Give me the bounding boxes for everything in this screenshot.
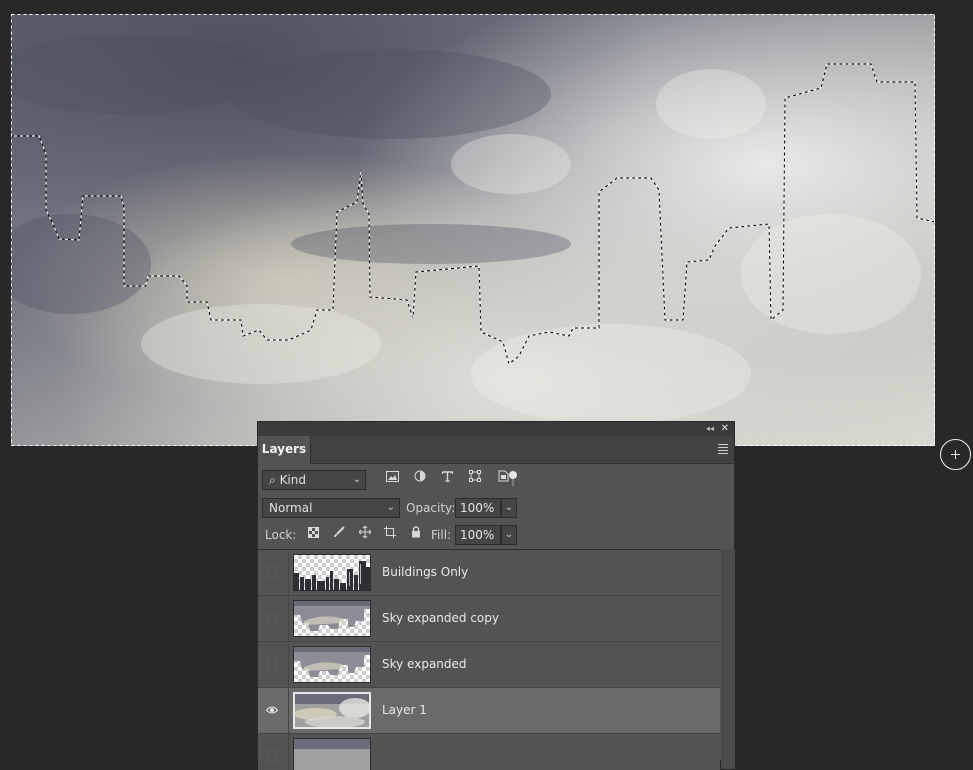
- lock-label: Lock:: [265, 528, 297, 542]
- opacity-input[interactable]: 100%: [455, 498, 501, 518]
- opacity-dropdown-arrow[interactable]: ⌄: [501, 498, 517, 518]
- blend-options-bar: Normal ⌄ Opacity: 100% ⌄: [258, 497, 734, 521]
- layer-list[interactable]: Buildings Only Sky expanded copy Sky exp…: [258, 549, 720, 770]
- layer-thumbnail: [293, 738, 371, 770]
- filter-kind-dropdown[interactable]: ⌕ Kind ⌄: [262, 470, 366, 490]
- document-canvas[interactable]: [11, 14, 935, 446]
- layer-row[interactable]: [258, 734, 720, 770]
- panel-tab-bar: Layers: [258, 436, 734, 464]
- chevron-down-icon: ⌄: [386, 502, 395, 513]
- search-icon: ⌕: [269, 473, 276, 487]
- blend-mode-value: Normal: [269, 501, 313, 515]
- tab-layers[interactable]: Layers: [258, 436, 311, 464]
- layer-name[interactable]: Layer 1: [382, 688, 427, 733]
- shape-layer-filter-icon[interactable]: [463, 470, 487, 485]
- pixel-layer-filter-icon[interactable]: [380, 471, 404, 485]
- layers-panel[interactable]: ◂◂ ✕ Layers ⌕ Kind ⌄ Normal ⌄ Opacity: 1…: [257, 421, 735, 770]
- layer-thumbnail: [293, 554, 371, 591]
- filter-kind-label: Kind: [279, 473, 306, 487]
- layer-name[interactable]: Sky expanded copy: [382, 596, 499, 641]
- type-layer-filter-icon[interactable]: [436, 471, 460, 485]
- layer-thumbnail: [293, 600, 371, 637]
- chevron-down-icon: ⌄: [352, 474, 361, 485]
- lock-position-icon[interactable]: [354, 525, 376, 541]
- blend-mode-dropdown[interactable]: Normal ⌄: [262, 498, 400, 518]
- collapse-panel-button[interactable]: ◂◂: [706, 422, 714, 436]
- layer-thumbnail: [293, 692, 371, 729]
- lock-options-bar: Lock: Fill: 100% ⌄: [258, 524, 734, 548]
- visibility-toggle[interactable]: [258, 734, 289, 770]
- filter-toggle-switch[interactable]: [509, 471, 517, 487]
- close-panel-button[interactable]: ✕: [721, 422, 729, 436]
- layer-row[interactable]: Buildings Only: [258, 550, 720, 596]
- layer-thumbnail: [293, 646, 371, 683]
- lock-transparent-pixels-icon[interactable]: [302, 527, 324, 541]
- layer-row-selected[interactable]: Layer 1: [258, 688, 720, 734]
- layer-list-scrollbar[interactable]: [721, 549, 735, 769]
- fill-input[interactable]: 100%: [455, 525, 501, 545]
- layer-filter-bar: ⌕ Kind ⌄: [258, 467, 734, 493]
- layer-row[interactable]: Sky expanded: [258, 642, 720, 688]
- visibility-toggle[interactable]: [258, 596, 289, 641]
- hamburger-menu-icon[interactable]: [718, 444, 728, 456]
- lock-image-pixels-icon[interactable]: [328, 526, 350, 541]
- layer-name[interactable]: Buildings Only: [382, 550, 468, 595]
- fill-label: Fill:: [431, 528, 452, 542]
- fill-dropdown-arrow[interactable]: ⌄: [501, 525, 517, 545]
- layer-name[interactable]: Sky expanded: [382, 642, 467, 687]
- visibility-toggle[interactable]: [258, 642, 289, 687]
- visibility-toggle[interactable]: [258, 688, 289, 733]
- layer-row[interactable]: Sky expanded copy: [258, 596, 720, 642]
- sky-image: [11, 14, 935, 446]
- adjustment-layer-filter-icon[interactable]: [408, 470, 432, 485]
- lock-artboard-icon[interactable]: [379, 526, 401, 541]
- panel-title-bar[interactable]: ◂◂ ✕: [258, 422, 734, 436]
- opacity-label: Opacity:: [406, 501, 456, 515]
- visibility-toggle[interactable]: [258, 550, 289, 595]
- brush-cursor: [940, 439, 971, 470]
- eye-icon: [266, 706, 278, 714]
- lock-all-icon[interactable]: [405, 526, 427, 541]
